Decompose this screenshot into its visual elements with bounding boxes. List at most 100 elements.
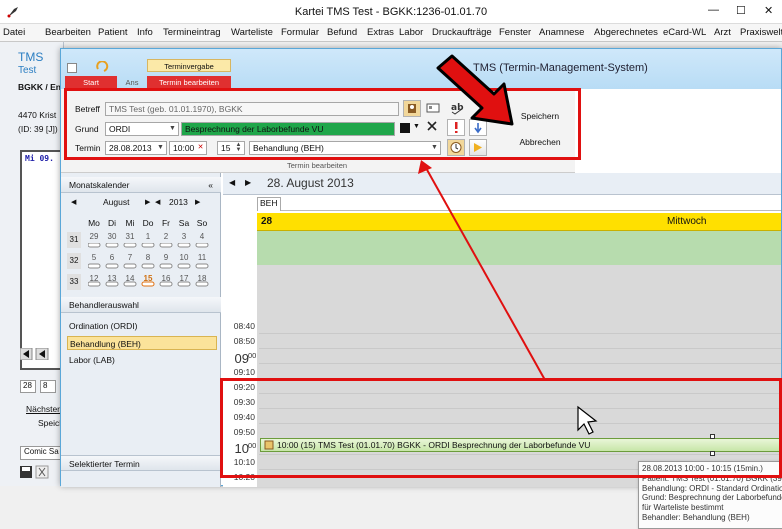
calendar-year: 2013 <box>169 197 188 207</box>
prev-year-icon[interactable]: ◀ <box>155 198 160 206</box>
collapse-icon[interactable]: « <box>208 177 213 193</box>
menu-ecard-wl[interactable]: eCard-WL <box>663 27 706 38</box>
date-field[interactable]: 28.08.2013 ▼ <box>105 141 167 155</box>
title-bar: Kartei TMS Test - BGKK:1236-01.01.70 — ☐… <box>0 0 782 24</box>
next-button[interactable]: Nächster <box>26 404 60 414</box>
cancel-button[interactable]: Abbrechen <box>508 131 572 153</box>
day-field[interactable]: 28 <box>20 380 36 393</box>
minimize-button[interactable]: — <box>708 4 719 16</box>
menu-druckauftraege[interactable]: Druckaufträge <box>432 27 492 38</box>
hour-label: 09 <box>234 351 249 366</box>
clock-icon[interactable] <box>447 139 465 156</box>
menu-info[interactable]: Info <box>137 27 153 38</box>
menu-warteliste[interactable]: Warteliste <box>231 27 273 38</box>
duration-stepper[interactable]: 15 ▲ ▼ <box>217 141 245 155</box>
prev-month-icon[interactable]: ◀ <box>71 198 76 206</box>
calendar-day[interactable]: 29 <box>87 232 101 241</box>
grund-text-field[interactable]: Besprechnung der Laborbefunde VU <box>181 122 395 136</box>
betreff-field[interactable]: TMS Test (geb. 01.01.1970), BGKK <box>105 102 399 116</box>
prev-day-icon[interactable]: ◀ <box>229 178 235 187</box>
menu-datei[interactable]: Datei <box>3 27 25 38</box>
selected-termin-header: Selektierter Termin <box>61 455 221 471</box>
time-value: 10:00 <box>173 143 195 153</box>
appointment-block[interactable]: 10:00 (15) TMS Test (01.01.70) BGKK - OR… <box>260 438 781 452</box>
menu-anamnese[interactable]: Anamnese <box>539 27 584 38</box>
menu-extras[interactable]: Extras <box>367 27 394 38</box>
time-label: 09:20 <box>233 382 255 392</box>
tab-termin-bearbeiten[interactable]: Termin bearbeiten <box>147 76 231 89</box>
resize-handle[interactable] <box>710 434 715 439</box>
tooltip-line: 28.08.2013 10:00 - 10:15 (15min.) <box>642 464 763 473</box>
day-view: ◀ ▶ 28. August 2013 BEH 28 Mittwoch 08:4… <box>223 173 782 529</box>
month-field[interactable]: 8 <box>40 380 56 393</box>
behandlung-select[interactable]: Behandlung (BEH) ▼ <box>249 141 441 155</box>
move-down-icon[interactable] <box>469 119 487 136</box>
arrow-right-icon[interactable] <box>469 139 487 156</box>
group-caption: Termin bearbeiten <box>287 161 348 170</box>
journal-date: Mi 09. <box>25 154 54 163</box>
time-field[interactable]: 10:00 ✕ <box>169 141 207 155</box>
card-icon[interactable] <box>425 100 443 117</box>
calendar-day[interactable]: 4 <box>195 232 209 241</box>
save-button[interactable]: Speichern <box>508 105 572 127</box>
resize-handle[interactable] <box>710 451 715 456</box>
priority-icon[interactable] <box>447 119 465 136</box>
close-icon[interactable]: ✕ <box>196 143 205 153</box>
close-button[interactable]: ✕ <box>764 4 773 17</box>
weekday-header: Do <box>142 218 154 228</box>
menu-labor[interactable]: Labor <box>399 27 423 38</box>
calendar-day[interactable]: 3 <box>177 232 191 241</box>
hour-label: 10 <box>234 441 249 456</box>
calendar-day[interactable]: 2 <box>159 232 173 241</box>
grid-line <box>259 454 781 455</box>
weekday-header: So <box>196 218 208 228</box>
behandler-item-lab[interactable]: Labor (LAB) <box>67 353 217 367</box>
menu-arzt[interactable]: Arzt <box>714 27 731 38</box>
menu-abgerechnetes[interactable]: Abgerechnetes <box>594 27 658 38</box>
tms-window-title: TMS (Termin-Management-System) <box>473 62 648 74</box>
menu-befund[interactable]: Befund <box>327 27 357 38</box>
duration-value: 15 <box>221 143 231 153</box>
menu-formular[interactable]: Formular <box>281 27 319 38</box>
font-select[interactable]: Comic Sa <box>20 446 64 460</box>
menu-bar: Datei Bearbeiten Patient Info Termineint… <box>0 24 782 42</box>
behandler-item-beh[interactable]: Behandlung (BEH) <box>67 336 217 350</box>
calendar-day[interactable]: 1 <box>141 232 155 241</box>
window-menu-icon[interactable] <box>67 63 77 73</box>
clear-icon[interactable] <box>425 119 439 133</box>
menu-fenster[interactable]: Fenster <box>499 27 531 38</box>
appointment-text: 10:00 (15) TMS Test (01.01.70) BGKK - OR… <box>277 440 591 450</box>
grund-code-select[interactable]: ORDI ▼ <box>105 122 179 136</box>
patient-lookup-icon[interactable] <box>403 100 421 117</box>
patient-name: TMS <box>18 50 44 64</box>
stepper-icon[interactable]: ▲ ▼ <box>234 142 243 153</box>
spellcheck-icon[interactable]: ab <box>449 100 467 117</box>
menu-patient[interactable]: Patient <box>98 27 128 38</box>
hour-minutes: 00 <box>248 351 257 360</box>
calendar-day[interactable]: 31 <box>123 232 137 241</box>
maximize-button[interactable]: ☐ <box>736 4 746 17</box>
behandler-item-ordi[interactable]: Ordination (ORDI) <box>67 319 217 333</box>
tab-start[interactable]: Start <box>65 76 117 89</box>
free-slot-area[interactable] <box>257 231 781 265</box>
tab-terminvergabe[interactable]: Terminvergabe <box>147 59 231 72</box>
resource-tab[interactable]: BEH <box>257 197 281 211</box>
grid-line <box>259 378 781 379</box>
grid-line <box>259 348 781 349</box>
next-day-icon[interactable]: ▶ <box>245 178 251 187</box>
next-month-icon[interactable]: ▶ <box>145 198 150 206</box>
tms-title-bar: Terminvergabe Start Ans Termin bearbeite… <box>61 49 781 89</box>
time-label: 09:40 <box>233 412 255 422</box>
calendar-day[interactable]: 30 <box>105 232 119 241</box>
address-label: 4470 Krist <box>18 110 57 120</box>
grid-line <box>259 363 781 364</box>
tab-ans[interactable]: Ans <box>117 76 147 89</box>
weekday-header: Fr <box>161 218 171 228</box>
menu-praxiswelt[interactable]: Praxiswelt <box>740 27 782 38</box>
color-dropdown-icon[interactable]: ▼ <box>413 123 420 130</box>
undo-icon[interactable] <box>95 61 109 73</box>
menu-bearbeiten[interactable]: Bearbeiten <box>45 27 91 38</box>
next-year-icon[interactable]: ▶ <box>195 198 200 206</box>
color-swatch[interactable] <box>400 123 410 133</box>
menu-termineintrag[interactable]: Termineintrag <box>163 27 221 38</box>
